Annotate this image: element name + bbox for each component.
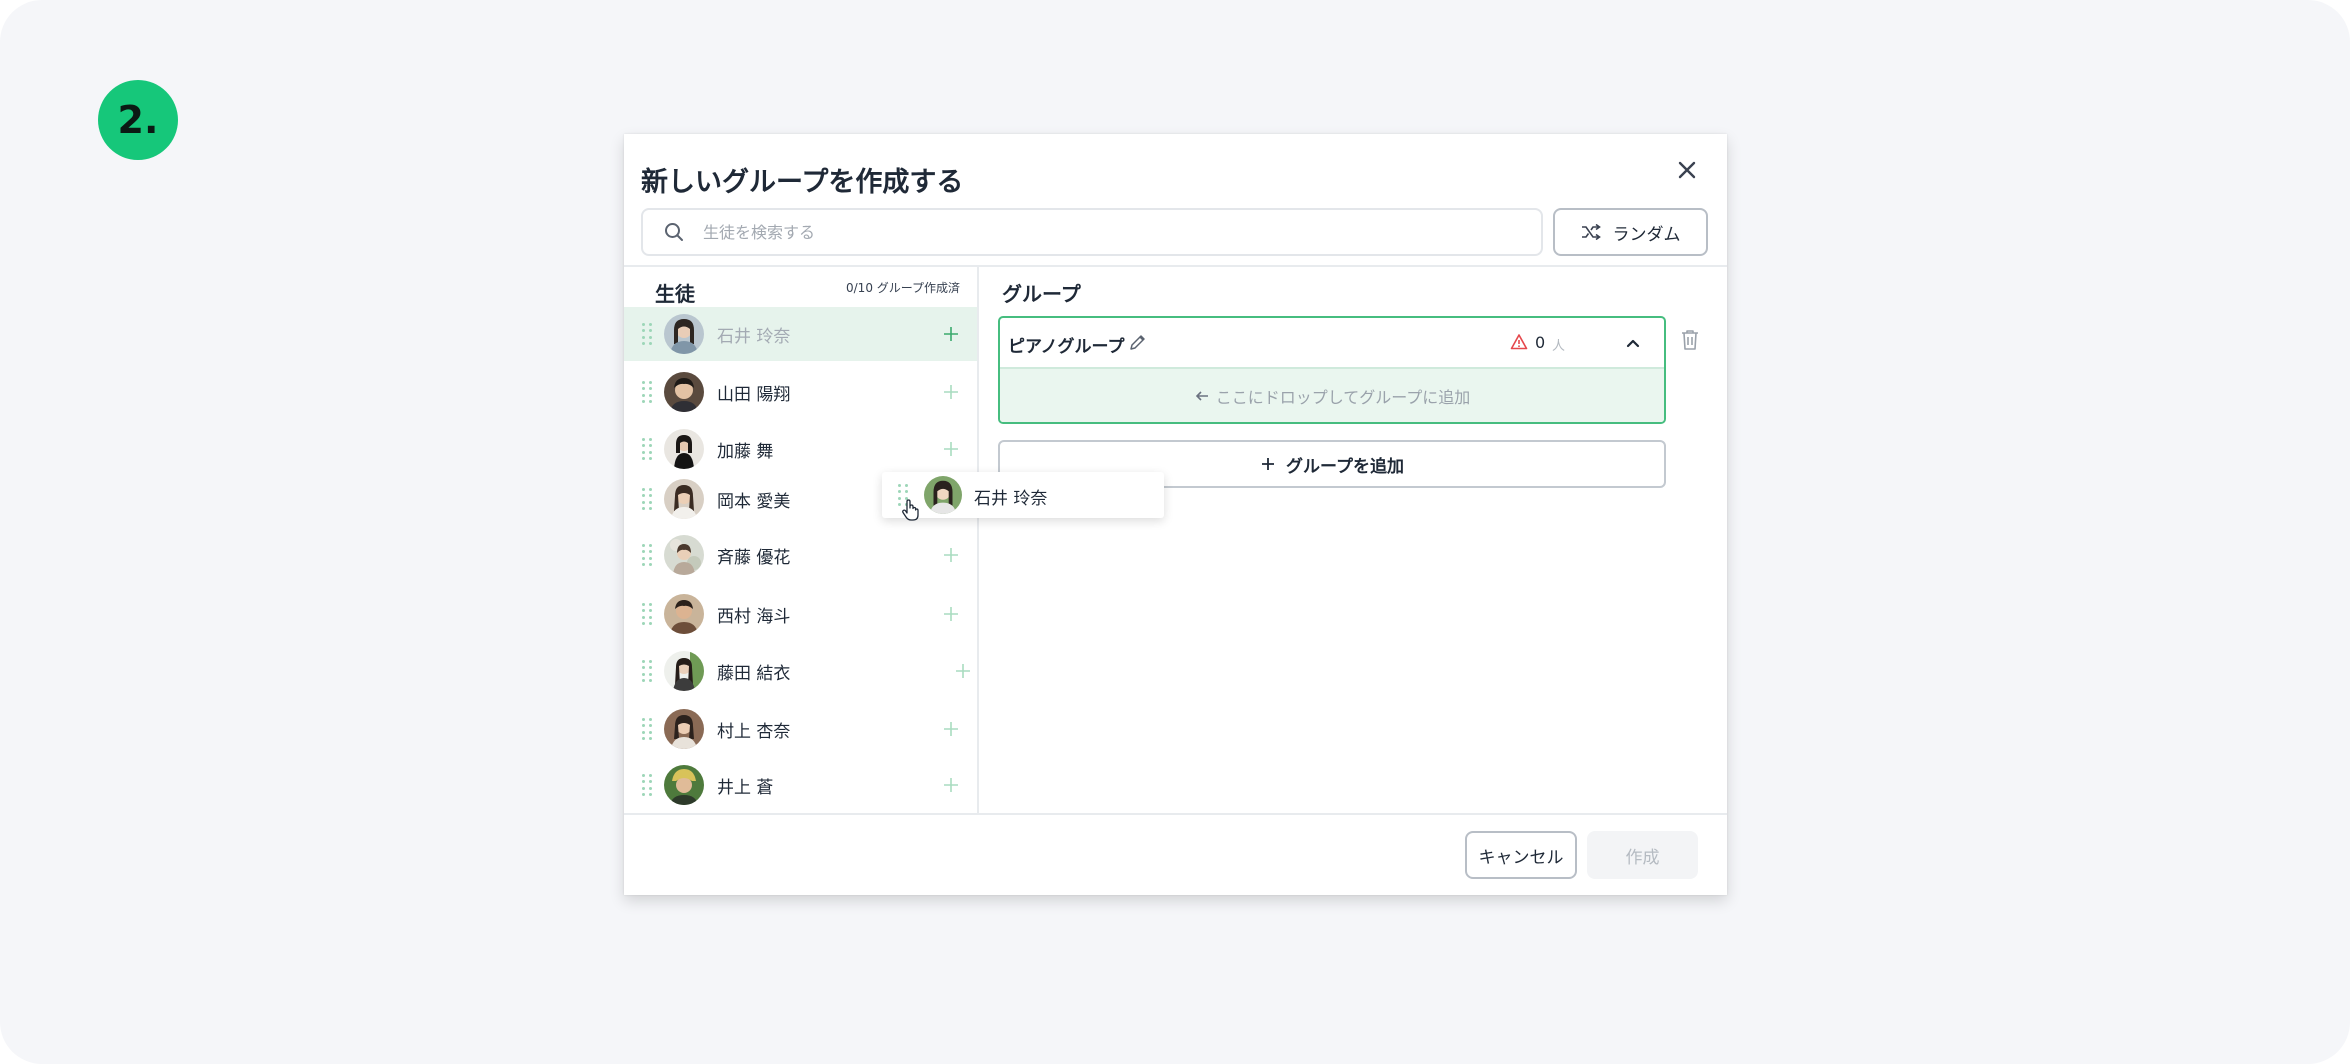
plus-icon xyxy=(944,778,958,792)
students-heading: 生徒 xyxy=(655,282,695,306)
header-divider xyxy=(624,265,1727,267)
drag-handle-icon[interactable] xyxy=(642,544,652,566)
student-row[interactable]: 藤田 結衣 xyxy=(624,644,977,698)
drag-handle-icon[interactable] xyxy=(642,438,652,460)
plus-icon xyxy=(944,385,958,399)
student-name: 藤田 結衣 xyxy=(717,663,791,684)
student-row[interactable]: 加藤 舞 xyxy=(624,422,977,476)
search-icon xyxy=(663,221,685,243)
modal-title: 新しいグループを作成する xyxy=(641,167,964,198)
group-card: ピアノグループ 0 人 ここにドロップしてグループに追加 xyxy=(998,316,1666,424)
drag-handle-icon[interactable] xyxy=(642,718,652,740)
student-name: 山田 陽翔 xyxy=(717,384,791,405)
group-card-header: ピアノグループ 0 人 xyxy=(1000,318,1664,369)
member-unit: 人 xyxy=(1552,339,1566,354)
panel-divider xyxy=(977,267,979,814)
avatar xyxy=(664,594,704,634)
student-name: 斉藤 優花 xyxy=(717,547,791,568)
add-group-label: グループを追加 xyxy=(1286,456,1404,477)
trash-icon[interactable] xyxy=(1679,328,1701,352)
plus-icon xyxy=(944,548,958,562)
student-row[interactable]: 斉藤 優花 xyxy=(624,528,977,582)
add-student-button[interactable] xyxy=(940,718,962,740)
hand-cursor-icon xyxy=(900,498,922,522)
cancel-button[interactable]: キャンセル xyxy=(1465,831,1577,879)
student-name: 岡本 愛美 xyxy=(717,491,791,512)
drop-hint: ここにドロップしてグループに追加 xyxy=(1215,387,1471,407)
step-badge: 2. xyxy=(98,80,178,160)
arrow-left-icon xyxy=(1195,390,1208,401)
student-row[interactable]: 井上 蒼 xyxy=(624,758,977,812)
add-student-button[interactable] xyxy=(940,323,962,345)
student-name: 西村 海斗 xyxy=(717,606,791,627)
drag-handle-icon[interactable] xyxy=(642,381,652,403)
search-field[interactable] xyxy=(641,208,1543,256)
drag-handle-icon[interactable] xyxy=(642,774,652,796)
drag-handle-icon[interactable] xyxy=(642,323,652,345)
chevron-up-icon xyxy=(1626,339,1640,348)
plus-icon xyxy=(944,607,958,621)
create-button[interactable]: 作成 xyxy=(1587,831,1698,879)
add-student-button[interactable] xyxy=(940,774,962,796)
add-student-button[interactable] xyxy=(940,438,962,460)
avatar xyxy=(664,479,704,519)
plus-icon xyxy=(956,664,970,678)
avatar xyxy=(664,429,704,469)
avatar xyxy=(664,765,704,805)
avatar xyxy=(664,651,704,691)
random-button-label: ランダム xyxy=(1612,224,1681,245)
avatar xyxy=(924,476,962,514)
avatar xyxy=(664,314,704,354)
student-list: 石井 玲奈 山田 陽翔 加藤 舞 岡本 愛美 斉藤 優花 西村 海斗 藤田 結衣… xyxy=(624,307,977,813)
random-button[interactable]: ランダム xyxy=(1553,208,1708,256)
groups-heading: グループ xyxy=(1002,282,1081,306)
drag-handle-icon[interactable] xyxy=(642,660,652,682)
student-name: 石井 玲奈 xyxy=(717,326,791,347)
add-student-button[interactable] xyxy=(940,603,962,625)
warning-icon xyxy=(1510,333,1528,351)
plus-icon xyxy=(944,722,958,736)
student-name: 井上 蒼 xyxy=(717,777,774,798)
member-count: 0 xyxy=(1535,333,1546,352)
drop-zone[interactable]: ここにドロップしてグループに追加 xyxy=(1000,369,1664,422)
drag-preview-name: 石井 玲奈 xyxy=(974,489,1048,509)
add-student-button[interactable] xyxy=(940,381,962,403)
add-student-button[interactable] xyxy=(952,660,974,682)
avatar xyxy=(664,535,704,575)
student-row[interactable]: 石井 玲奈 xyxy=(624,307,977,361)
student-row[interactable]: 村上 杏奈 xyxy=(624,702,977,756)
collapse-button[interactable] xyxy=(1622,332,1644,354)
pencil-icon[interactable] xyxy=(1128,332,1148,352)
search-input[interactable] xyxy=(703,222,1523,242)
plus-icon xyxy=(944,327,958,341)
close-icon xyxy=(1678,161,1696,179)
plus-icon xyxy=(1262,458,1274,470)
add-student-button[interactable] xyxy=(940,544,962,566)
group-name: ピアノグループ xyxy=(1008,337,1125,357)
student-row[interactable]: 山田 陽翔 xyxy=(624,365,977,419)
plus-icon xyxy=(944,442,958,456)
student-name: 加藤 舞 xyxy=(717,441,774,462)
student-name: 村上 杏奈 xyxy=(717,721,791,742)
slide-background: 2. 新しいグループを作成する ランダム xyxy=(0,0,2350,1064)
footer-divider xyxy=(624,813,1727,815)
student-row[interactable]: 西村 海斗 xyxy=(624,587,977,641)
drag-handle-icon[interactable] xyxy=(642,488,652,510)
drag-preview[interactable]: 石井 玲奈 xyxy=(882,472,1164,521)
shuffle-icon xyxy=(1581,224,1601,240)
avatar xyxy=(664,372,704,412)
close-button[interactable] xyxy=(1669,152,1705,188)
create-group-modal: 新しいグループを作成する ランダム 生徒 xyxy=(624,134,1727,895)
groups-created-count: 0/10 グループ作成済 xyxy=(846,281,961,295)
drag-handle-icon[interactable] xyxy=(642,603,652,625)
avatar xyxy=(664,709,704,749)
